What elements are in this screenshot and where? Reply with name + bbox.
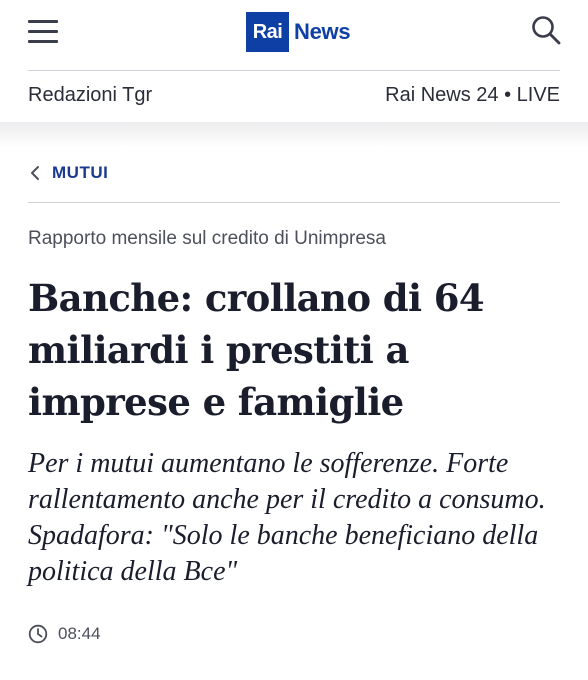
article-kicker: Rapporto mensile sul credito di Unimpres… [28, 228, 386, 249]
breadcrumb-divider [28, 202, 560, 203]
publish-time: 08:44 [28, 624, 101, 644]
header-shadow [0, 122, 588, 148]
menu-bar [28, 20, 58, 23]
rai-news-logo[interactable]: Rai News [246, 12, 351, 52]
menu-bar [28, 40, 58, 43]
logo-rai-box: Rai [246, 12, 289, 52]
article-title: Banche: crollano di 64 miliardi i presti… [28, 276, 485, 424]
top-header: Rai News Redazioni Tgr Rai News 24 • LIV… [0, 0, 588, 122]
breadcrumb-back-link[interactable]: MUTUI [28, 162, 108, 184]
rainews24-live-link[interactable]: Rai News 24 • LIVE [385, 84, 560, 107]
chevron-left-icon [31, 166, 39, 180]
breadcrumb-label: MUTUI [52, 163, 109, 182]
article-subtitle: Per i mutui aumentano le sofferenze. For… [28, 448, 546, 587]
logo-news-text: News [294, 19, 351, 44]
clock-icon [28, 624, 48, 644]
hamburger-menu-icon[interactable] [28, 18, 58, 44]
redazioni-tgr-link[interactable]: Redazioni Tgr [28, 84, 152, 107]
header-divider [28, 70, 560, 71]
publish-time-text: 08:44 [58, 624, 101, 643]
menu-bar [28, 30, 58, 33]
search-icon[interactable] [530, 14, 562, 46]
